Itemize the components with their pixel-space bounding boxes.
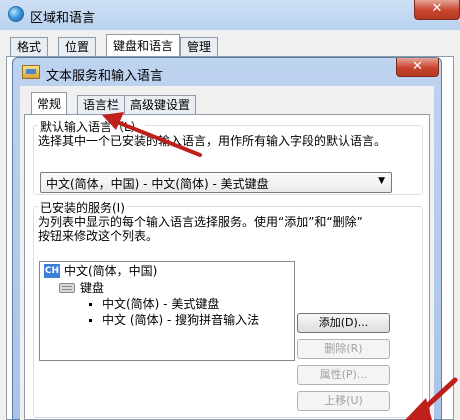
default-language-dropdown[interactable]: 中文(简体，中国) - 中文(简体) - 美式键盘 ▼: [40, 172, 392, 193]
keyboard-language-icon: [22, 65, 40, 79]
tab-language-bar[interactable]: 语言栏: [77, 95, 126, 115]
bullet-icon: [89, 319, 92, 322]
tab-formats[interactable]: 格式: [10, 37, 49, 57]
add-button[interactable]: 添加(D)...: [297, 313, 390, 333]
text-services-dialog: 文本服务和输入语言 ✕ 常规 语言栏 高级键设置 默认输入语言（L） 选择其中一…: [12, 57, 442, 420]
outer-titlebar: 区域和语言 ✕: [0, 0, 460, 30]
default-input-language-label: 默认输入语言（L）: [38, 118, 145, 135]
tab-administrative[interactable]: 管理: [180, 37, 219, 57]
globe-icon: [8, 6, 24, 22]
tab-general[interactable]: 常规: [31, 92, 68, 115]
dialog-close-button[interactable]: ✕: [396, 58, 439, 77]
tree-language-node[interactable]: 中文(简体，中国): [64, 263, 157, 279]
default-input-language-group: 默认输入语言（L） 选择其中一个已安装的输入语言，用作所有输入字段的默认语言。 …: [33, 118, 423, 195]
remove-button[interactable]: 删除(R): [297, 339, 390, 359]
keyboard-icon: [59, 283, 75, 293]
tree-keyboard-node[interactable]: 键盘: [80, 280, 104, 296]
installed-services-group: 已安装的服务(I) 为列表中显示的每个输入语言选择服务。使用“添加”和“删除” …: [33, 199, 423, 418]
dialog-title: 文本服务和输入语言: [46, 69, 164, 84]
properties-button[interactable]: 属性(P)...: [297, 365, 390, 385]
outer-close-button[interactable]: ✕: [414, 0, 460, 20]
default-language-value: 中文(简体，中国) - 中文(简体) - 美式键盘: [46, 177, 269, 191]
move-up-button[interactable]: 上移(U): [297, 391, 390, 411]
tab-location[interactable]: 位置: [58, 37, 97, 57]
installed-services-description-line2: 按钮来修改这个列表。: [38, 229, 159, 243]
installed-services-tree[interactable]: CH 中文(简体，中国) 键盘 中文(简体) - 美式键盘 中文 (简体) - …: [39, 261, 295, 361]
chevron-down-icon: ▼: [378, 176, 385, 186]
general-tab-panel: 默认输入语言（L） 选择其中一个已安装的输入语言，用作所有输入字段的默认语言。 …: [24, 114, 430, 420]
tab-advanced-key-settings[interactable]: 高级键设置: [124, 95, 197, 115]
installed-services-description-line1: 为列表中显示的每个输入语言选择服务。使用“添加”和“删除”: [38, 215, 363, 229]
tab-keyboards-languages[interactable]: 键盘和语言: [106, 34, 181, 57]
bullet-icon: [89, 303, 92, 306]
outer-window-title: 区域和语言: [30, 11, 96, 26]
tree-service-item[interactable]: 中文 (简体) - 搜狗拼音输入法: [102, 312, 259, 328]
installed-services-label: 已安装的服务(I): [38, 199, 127, 216]
dialog-body: 常规 语言栏 高级键设置 默认输入语言（L） 选择其中一个已安装的输入语言，用作…: [20, 86, 434, 420]
tree-service-item[interactable]: 中文(简体) - 美式键盘: [102, 296, 219, 312]
language-badge-icon: CH: [44, 264, 60, 278]
default-language-description: 选择其中一个已安装的输入语言，用作所有输入字段的默认语言。: [38, 134, 387, 148]
